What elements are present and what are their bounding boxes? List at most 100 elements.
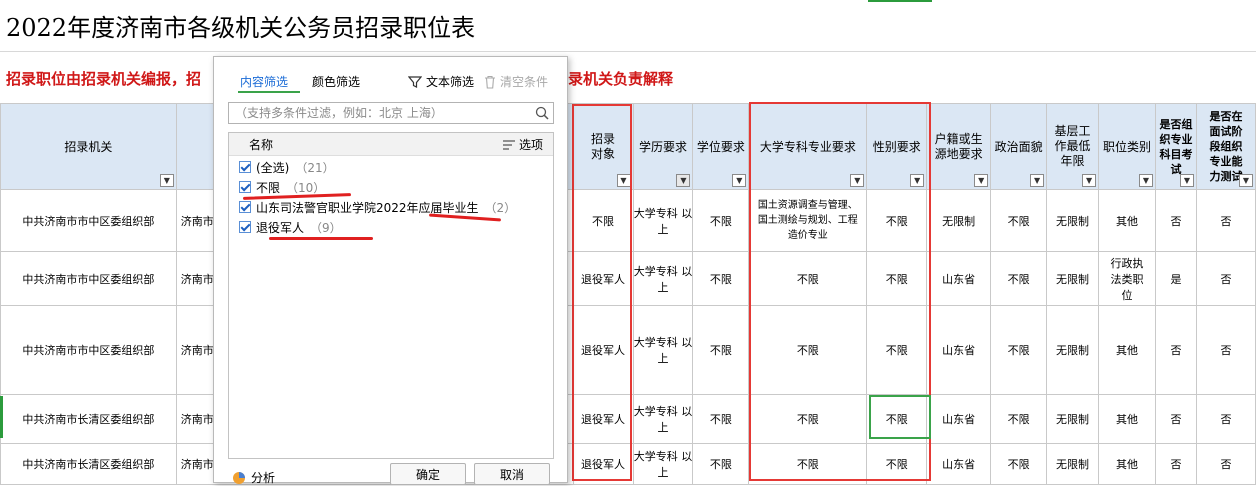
header-category[interactable]: 职位类别 ▼ bbox=[1098, 103, 1156, 190]
table-row[interactable]: 中共济南市市中区委组织部 济南市 市场监 退役军人 大学专科 以上 不限 不限 … bbox=[0, 251, 1256, 306]
cell-years[interactable]: 无限制 bbox=[1046, 189, 1100, 252]
checkbox-checked[interactable] bbox=[239, 221, 251, 233]
cell-target[interactable]: 退役军人 bbox=[572, 251, 634, 306]
cell-category[interactable]: 行政执法类职位 bbox=[1098, 251, 1156, 306]
clear-conditions-button[interactable]: 清空条件 bbox=[484, 73, 548, 90]
list-item-select-all[interactable]: (全选) （21） bbox=[239, 159, 335, 175]
cell-years[interactable]: 无限制 bbox=[1046, 394, 1100, 444]
cell-target[interactable]: 不限 bbox=[572, 189, 634, 252]
cell-hukou[interactable]: 山东省 bbox=[926, 443, 992, 485]
cell-years[interactable]: 无限制 bbox=[1046, 251, 1100, 306]
cell-politics[interactable]: 不限 bbox=[990, 443, 1048, 485]
filter-dropdown-icon[interactable]: ▼ bbox=[910, 174, 925, 187]
cell-gender[interactable]: 不限 bbox=[866, 394, 928, 444]
filter-dropdown-icon[interactable]: ▼ bbox=[1138, 174, 1153, 187]
cell-target[interactable]: 退役军人 bbox=[572, 443, 634, 485]
cell-major[interactable]: 不限 bbox=[748, 394, 868, 444]
cell-category[interactable]: 其他 bbox=[1098, 443, 1156, 485]
cell-exam[interactable]: 否 bbox=[1154, 305, 1197, 395]
filter-dropdown-icon[interactable]: ▼ bbox=[616, 174, 631, 187]
cell-gender[interactable]: 不限 bbox=[866, 443, 928, 485]
cell-exam[interactable]: 否 bbox=[1154, 394, 1197, 444]
cell-test[interactable]: 否 bbox=[1195, 189, 1256, 252]
cell-gender[interactable]: 不限 bbox=[866, 305, 928, 395]
search-icon[interactable] bbox=[535, 106, 549, 120]
header-org[interactable]: 招录机关 ▼ bbox=[0, 103, 177, 190]
header-exam[interactable]: 是否组 织专业 科目考试 ▼ bbox=[1154, 103, 1197, 190]
cell-target[interactable]: 退役军人 bbox=[572, 394, 634, 444]
cell-hukou[interactable]: 无限制 bbox=[926, 189, 992, 252]
cell-org[interactable]: 中共济南市市中区委组织部 bbox=[0, 189, 177, 252]
cell-gender[interactable]: 不限 bbox=[866, 189, 928, 252]
table-row[interactable]: 中共济南市市中区委组织部 济南市 自然 不限 大学专科 以上 不限 国土资源调查… bbox=[0, 189, 1256, 252]
cell-politics[interactable]: 不限 bbox=[990, 305, 1048, 395]
cell-years[interactable]: 无限制 bbox=[1046, 443, 1100, 485]
list-item[interactable]: 山东司法警官职业学院2022年应届毕业生 （2） bbox=[239, 199, 516, 215]
tab-color-filter[interactable]: 颜色筛选 bbox=[312, 73, 360, 90]
cell-politics[interactable]: 不限 bbox=[990, 251, 1048, 306]
cell-major[interactable]: 不限 bbox=[748, 305, 868, 395]
cell-gender[interactable]: 不限 bbox=[866, 251, 928, 306]
cell-org[interactable]: 中共济南市市中区委组织部 bbox=[0, 305, 177, 395]
cell-org[interactable]: 中共济南市长清区委组织部 bbox=[0, 394, 177, 444]
filter-dropdown-icon[interactable]: ▼ bbox=[974, 174, 989, 187]
cell-major[interactable]: 不限 bbox=[748, 443, 868, 485]
filter-dropdown-icon[interactable]: ▼ bbox=[1179, 174, 1194, 187]
cell-major[interactable]: 不限 bbox=[748, 251, 868, 306]
checkbox-checked[interactable] bbox=[239, 181, 251, 193]
filter-search-input[interactable]: （支持多条件过滤，例如：北京 上海） bbox=[228, 102, 554, 124]
filter-active-icon[interactable]: ▼ bbox=[676, 174, 691, 187]
cell-degree[interactable]: 不限 bbox=[692, 251, 750, 306]
header-hukou[interactable]: 户籍或生 源地要求 ▼ bbox=[926, 103, 992, 190]
cell-degree[interactable]: 不限 bbox=[692, 443, 750, 485]
cell-org[interactable]: 中共济南市市中区委组织部 bbox=[0, 251, 177, 306]
cell-test[interactable]: 否 bbox=[1195, 443, 1256, 485]
cell-major[interactable]: 国土资源调查与管理、国土测绘与规划、工程造价专业 bbox=[748, 189, 868, 252]
cell-exam[interactable]: 否 bbox=[1154, 189, 1197, 252]
cell-test[interactable]: 否 bbox=[1195, 305, 1256, 395]
cell-degree[interactable]: 不限 bbox=[692, 305, 750, 395]
ok-button[interactable]: 确定 bbox=[390, 463, 466, 485]
header-years[interactable]: 基层工 作最低 年限 ▼ bbox=[1046, 103, 1100, 190]
cell-test[interactable]: 否 bbox=[1195, 394, 1256, 444]
cell-politics[interactable]: 不限 bbox=[990, 394, 1048, 444]
cell-exam[interactable]: 是 bbox=[1154, 251, 1197, 306]
cell-hukou[interactable]: 山东省 bbox=[926, 305, 992, 395]
analyze-button[interactable]: 分析 bbox=[232, 469, 275, 486]
cell-test[interactable]: 否 bbox=[1195, 251, 1256, 306]
cell-category[interactable]: 其他 bbox=[1098, 394, 1156, 444]
filter-value-list[interactable]: 名称 选项 (全选) （21） 不限 （10） 山东司法警官职业学院2022年应… bbox=[228, 132, 554, 459]
header-gender[interactable]: 性别要求 ▼ bbox=[866, 103, 928, 190]
filter-dropdown-icon[interactable]: ▼ bbox=[1030, 174, 1045, 187]
cell-degree[interactable]: 不限 bbox=[692, 189, 750, 252]
cell-education[interactable]: 大学专科 以上 bbox=[632, 251, 694, 306]
header-politics[interactable]: 政治面貌 ▼ bbox=[990, 103, 1048, 190]
filter-dropdown-icon[interactable]: ▼ bbox=[1082, 174, 1097, 187]
checkbox-checked[interactable] bbox=[239, 201, 251, 213]
filter-dropdown-icon[interactable]: ▼ bbox=[159, 174, 174, 187]
tab-content-filter[interactable]: 内容筛选 bbox=[240, 73, 288, 90]
table-row[interactable]: 中共济南市市中区委组织部 济南市 司 退役军人 大学专科 以上 不限 不限 不限… bbox=[0, 305, 1256, 395]
options-button[interactable]: 选项 bbox=[502, 136, 543, 153]
list-item[interactable]: 不限 （10） bbox=[239, 179, 325, 195]
cell-hukou[interactable]: 山东省 bbox=[926, 394, 992, 444]
cell-years[interactable]: 无限制 bbox=[1046, 305, 1100, 395]
header-test[interactable]: 是否在 面试阶 段组织 专业能 力测试 ▼ bbox=[1195, 103, 1256, 190]
cell-education[interactable]: 大学专科 以上 bbox=[632, 394, 694, 444]
cell-politics[interactable]: 不限 bbox=[990, 189, 1048, 252]
header-major[interactable]: 大学专科专业要求 ▼ bbox=[748, 103, 868, 190]
cell-education[interactable]: 大学专科 以上 bbox=[632, 189, 694, 252]
cell-category[interactable]: 其他 bbox=[1098, 305, 1156, 395]
filter-dropdown-icon[interactable]: ▼ bbox=[1239, 174, 1253, 187]
cell-education[interactable]: 大学专科 以上 bbox=[632, 305, 694, 395]
cell-degree[interactable]: 不限 bbox=[692, 394, 750, 444]
text-filter-button[interactable]: 文本筛选 bbox=[408, 73, 474, 90]
header-degree[interactable]: 学位要求 ▼ bbox=[692, 103, 750, 190]
cell-target[interactable]: 退役军人 bbox=[572, 305, 634, 395]
filter-dropdown-icon[interactable]: ▼ bbox=[850, 174, 865, 187]
table-row[interactable]: 中共济南市长清区委组织部 济南市 马山 退役军人 大学专科 以上 不限 不限 不… bbox=[0, 394, 1256, 444]
header-target[interactable]: 招录 对象 ▼ bbox=[572, 103, 634, 190]
filter-dropdown-icon[interactable]: ▼ bbox=[732, 174, 747, 187]
list-item[interactable]: 退役军人 （9） bbox=[239, 219, 342, 235]
cell-hukou[interactable]: 山东省 bbox=[926, 251, 992, 306]
